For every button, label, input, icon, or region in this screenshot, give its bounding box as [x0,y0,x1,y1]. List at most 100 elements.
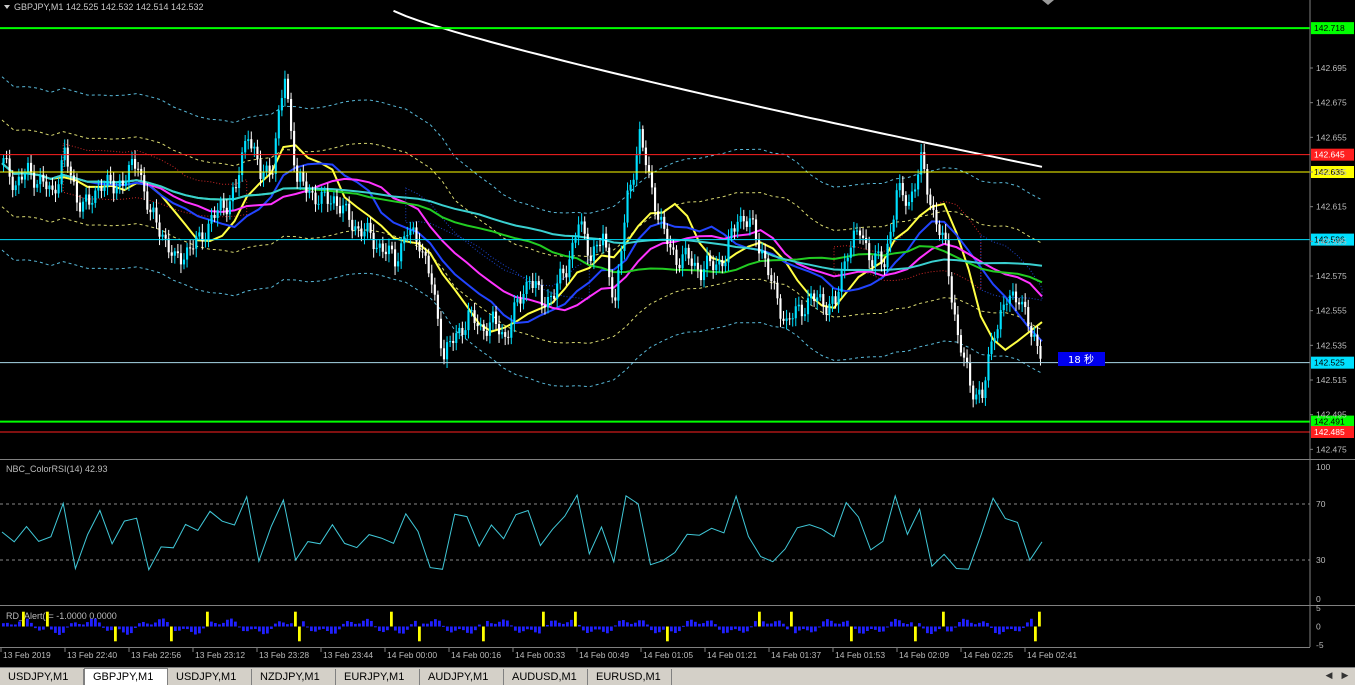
candle-body [351,219,354,231]
rd-bar [54,626,57,633]
candle-body [366,222,369,232]
candle-body [418,241,421,252]
candle-body [880,251,883,265]
rd-bar [698,623,701,627]
rd-bar [6,622,9,627]
candle-body [565,273,568,278]
tab-gbpjpy-m1[interactable]: GBPJPY,M1 [84,668,168,685]
candle-body [507,336,510,338]
candle-body [280,98,283,111]
rd-bar [966,619,969,627]
candle-body [614,297,617,301]
arrow-left-icon[interactable]: ◀ [1322,670,1336,683]
candle-body [228,201,231,215]
candle-body [1014,291,1018,303]
candle-body [345,203,348,206]
rd-bar [334,626,337,634]
candle-body [809,293,813,299]
trading-chart[interactable]: 142.718142.645142.635142.596142.525142.4… [0,0,1355,667]
rd-bar [818,626,821,628]
rd-bar [774,621,777,627]
rd-bar [1014,626,1017,631]
rd-bar [570,619,573,627]
candle-body [715,264,718,271]
candle-body [794,306,797,319]
rd-bar [962,618,965,627]
rd-bar [258,626,261,632]
arrow-right-icon[interactable]: ▶ [1338,670,1352,683]
tab-eurjpy-m1[interactable]: EURJPY,M1 [336,669,420,685]
rd-bar [286,624,289,627]
time-tick-label: 13 Feb 23:12 [195,650,245,660]
candle-body [972,385,975,400]
tab-eurusd-m1[interactable]: EURUSD,M1 [588,669,672,685]
rd-bar [894,618,897,627]
rd-bar [582,626,585,631]
candle-body [803,314,807,317]
candle-body [650,171,654,188]
time-tick-label: 14 Feb 01:05 [643,650,693,660]
time-tick-label: 13 Feb 2019 [3,650,51,660]
rd-bar [654,626,657,634]
tab-nzdjpy-m1[interactable]: NZDJPY,M1 [252,669,336,685]
rd-bar [934,626,937,632]
rd-bar [766,623,769,627]
rd-bar [778,620,781,627]
candle-body [620,250,623,271]
tab-audjpy-m1[interactable]: AUDJPY,M1 [420,669,504,685]
candle-body [969,362,972,386]
rd-bar [970,622,973,627]
candle-body [130,158,134,165]
rd-bar [470,626,473,634]
rd-bar [910,622,913,627]
candle-body [987,354,990,381]
rd-bar [66,626,69,628]
candle-body [161,234,164,237]
candle-body [953,302,956,315]
candle-body [672,247,675,250]
tab-usdjpy-m1[interactable]: USDJPY,M1 [168,669,252,685]
candle-body [445,342,449,360]
candle-body [990,341,993,355]
candle-body [559,268,562,284]
candle-body [109,174,112,181]
candle-body [959,335,963,353]
rd-bar [614,625,617,627]
rd-bar [742,626,745,633]
candle-body [63,147,66,161]
rd-bar [58,626,61,635]
rd-bar [190,626,193,632]
rd-bar [378,626,381,632]
candle-body [430,273,433,285]
rd-bar [318,626,321,630]
rd-bar [798,626,801,631]
candle-body [776,282,779,299]
candle-body [981,389,984,398]
tab-usdjpy-m1[interactable]: USDJPY,M1 [0,669,84,685]
candle-body [81,201,85,212]
rd-bar [506,620,509,627]
time-tick-label: 14 Feb 01:21 [707,650,757,660]
rd-bar [234,621,237,627]
time-tick-label: 13 Feb 22:56 [131,650,181,660]
candle-body [305,181,308,194]
candle-body [277,110,280,139]
time-tick-label: 14 Feb 00:16 [451,650,501,660]
rd-bar [38,626,41,631]
rd-bar [34,626,37,629]
rd-bar [462,626,465,631]
candle-body [387,245,391,255]
rd-bar [870,626,873,630]
tab-audusd-m1[interactable]: AUDUSD,M1 [504,669,588,685]
candle-body [947,240,950,277]
rd-bar [854,626,857,629]
rd-bar [958,622,961,627]
candle-body [88,194,91,205]
rd-bar [138,623,141,627]
candle-body [115,186,118,194]
candle-body [42,174,45,182]
rd-bar [866,626,869,631]
candle-body [632,179,635,185]
candle-body [702,269,706,281]
candle-body [767,258,770,276]
